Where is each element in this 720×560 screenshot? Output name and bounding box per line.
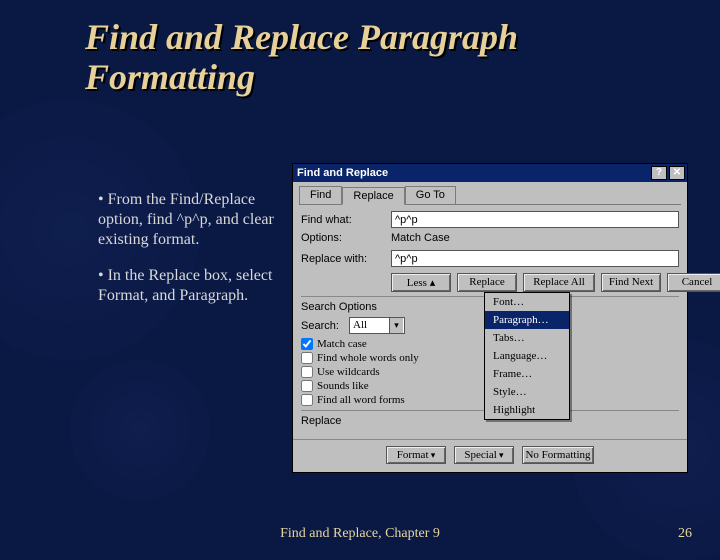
find-next-button[interactable]: Find Next [601,273,661,292]
chevron-down-icon [497,449,504,461]
find-what-label: Find what: [301,214,391,226]
wildcards-input[interactable] [301,366,313,378]
dialog-titlebar[interactable]: Find and Replace ? ✕ [293,164,687,182]
match-case-input[interactable] [301,338,313,350]
format-menu: Font… Paragraph… Tabs… Language… Frame… … [484,292,570,420]
slide-title: Find and Replace Paragraph Formatting [85,18,665,97]
sounds-like-input[interactable] [301,380,313,392]
whole-words-input[interactable] [301,352,313,364]
find-what-input[interactable] [391,211,679,228]
dialog-title: Find and Replace [297,167,388,179]
chevron-down-icon [429,449,436,461]
close-button[interactable]: ✕ [669,166,685,180]
search-label: Search: [301,320,349,332]
replace-all-button[interactable]: Replace All [523,273,595,292]
all-word-forms-input[interactable] [301,394,313,406]
replace-with-label: Replace with: [301,253,391,265]
search-direction-dropdown[interactable]: All [349,317,405,334]
options-value: Match Case [391,232,450,244]
bullet-2: • In the Replace box, select Format, and… [98,266,288,306]
format-menu-tabs[interactable]: Tabs… [485,329,569,347]
bullet-list: • From the Find/Replace option, find ^p^… [98,190,288,322]
replace-with-input[interactable] [391,250,679,267]
less-button[interactable]: Less ▴ [391,273,451,292]
special-button[interactable]: Special [454,446,514,464]
bullet-1: • From the Find/Replace option, find ^p^… [98,190,288,250]
options-label: Options: [301,232,391,244]
find-replace-dialog: Find and Replace ? ✕ Find Replace Go To … [292,163,688,473]
help-button[interactable]: ? [651,166,667,180]
format-menu-highlight[interactable]: Highlight [485,401,569,419]
tab-find[interactable]: Find [299,186,342,204]
format-menu-style[interactable]: Style… [485,383,569,401]
format-menu-language[interactable]: Language… [485,347,569,365]
replace-button[interactable]: Replace [457,273,517,292]
no-formatting-button[interactable]: No Formatting [522,446,594,464]
format-menu-font[interactable]: Font… [485,293,569,311]
tab-goto[interactable]: Go To [405,186,456,204]
cancel-button[interactable]: Cancel [667,273,720,292]
tab-replace[interactable]: Replace [342,187,404,205]
format-menu-frame[interactable]: Frame… [485,365,569,383]
format-menu-paragraph[interactable]: Paragraph… [485,311,569,329]
format-button[interactable]: Format [386,446,446,464]
